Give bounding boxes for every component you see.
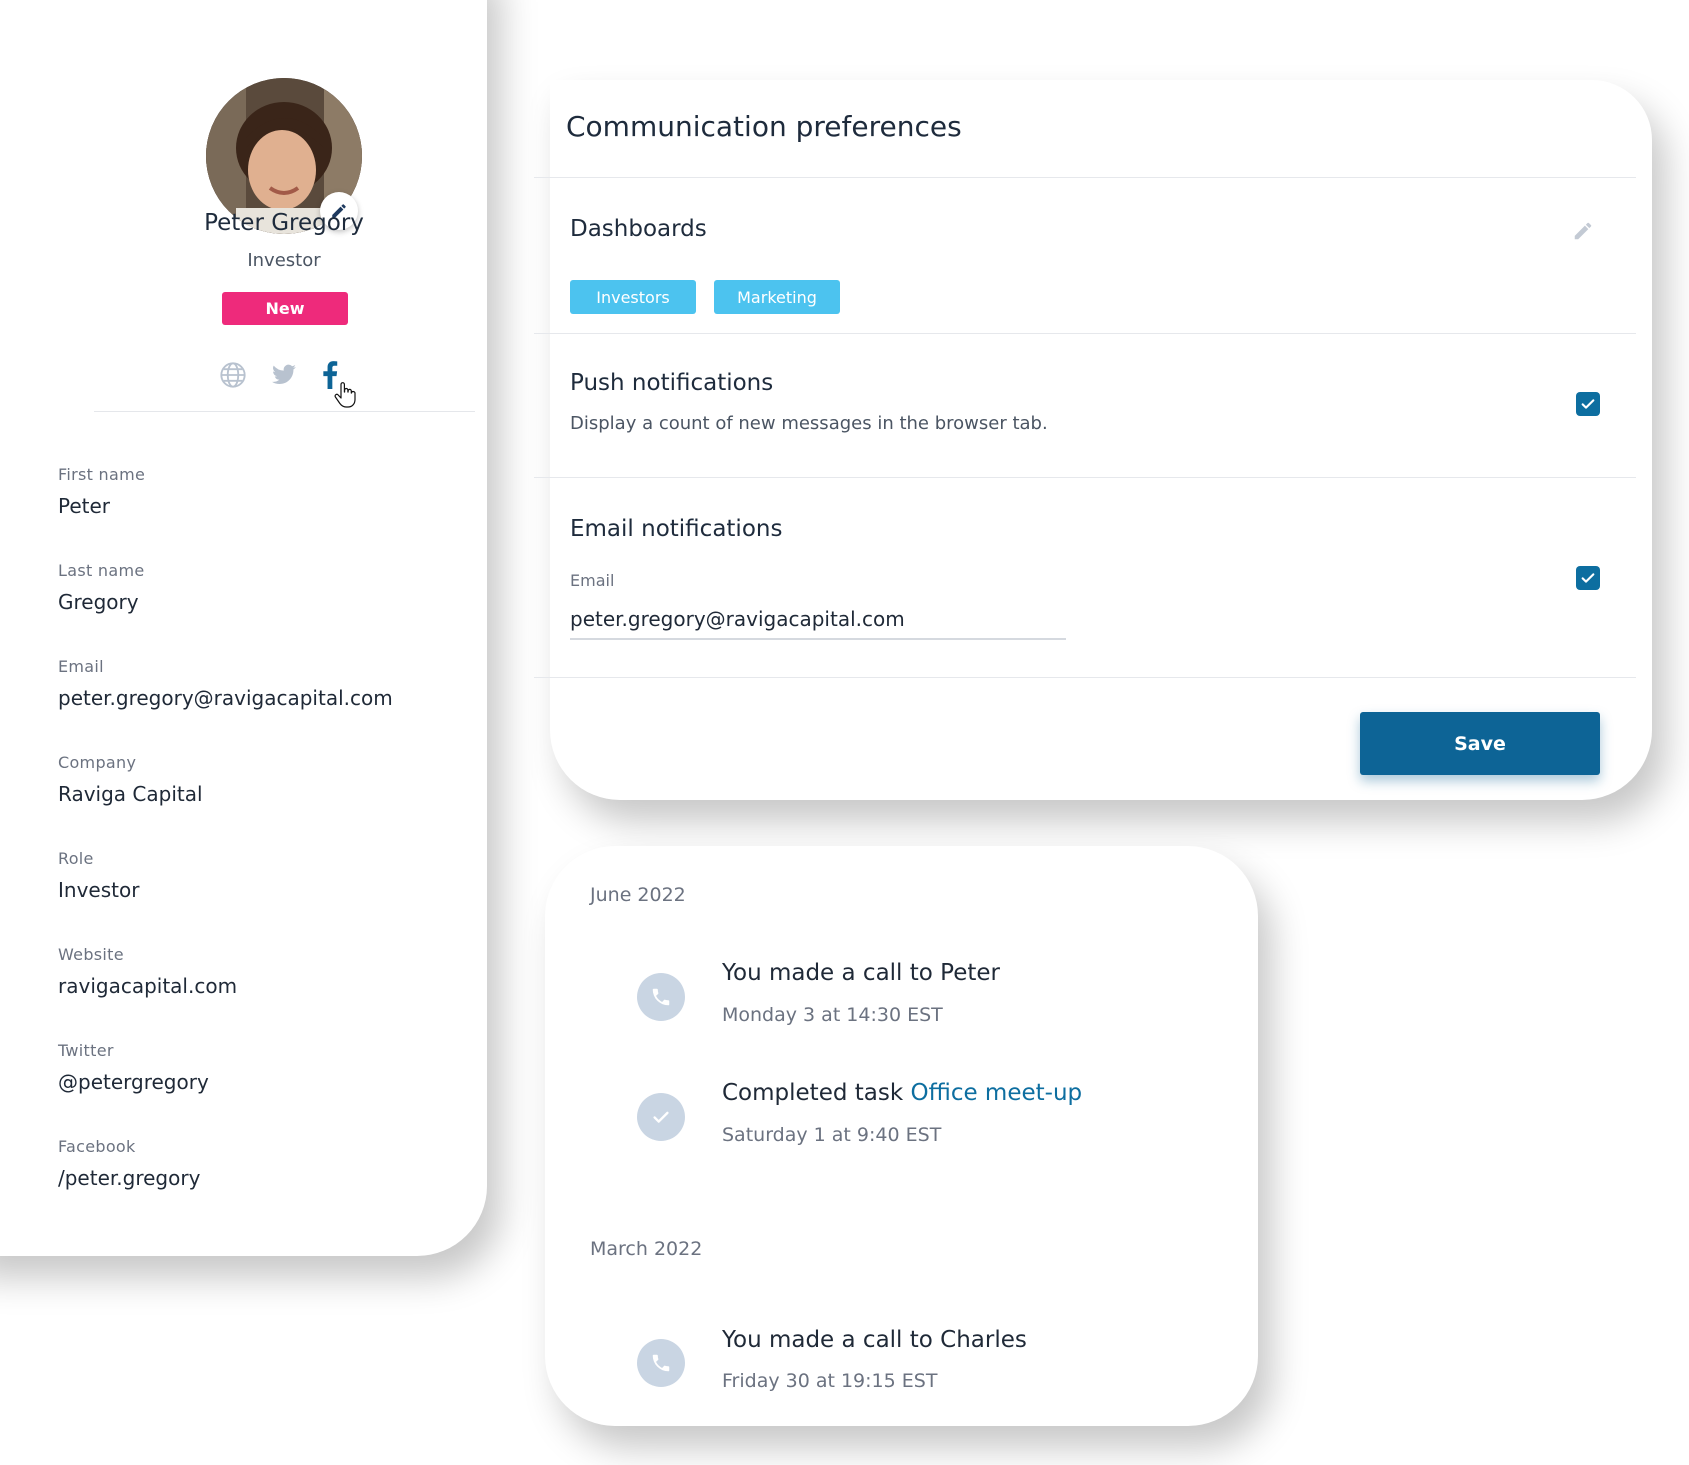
hand-cursor-icon — [334, 382, 356, 412]
email-notifications-title: Email notifications — [570, 516, 783, 542]
email-field-label: Email — [570, 571, 615, 590]
activity-time: Friday 30 at 19:15 EST — [722, 1370, 938, 1392]
activity-icon — [637, 973, 685, 1021]
field-label: Twitter — [58, 1041, 114, 1060]
phone-icon — [652, 1354, 670, 1372]
field-value: Investor — [58, 878, 140, 902]
field-label: Email — [58, 657, 104, 676]
activity-title: You made a call to Peter — [722, 960, 1000, 986]
preferences-card — [550, 80, 1652, 800]
divider — [534, 333, 1636, 334]
month-heading: March 2022 — [590, 1238, 703, 1260]
field-label: Last name — [58, 561, 145, 580]
field-value: Raviga Capital — [58, 782, 203, 806]
check-icon — [653, 1111, 669, 1123]
check-icon — [1581, 399, 1595, 409]
check-icon — [1581, 573, 1595, 583]
field-value: peter.gregory@ravigacapital.com — [58, 686, 393, 710]
dashboard-tag-investors[interactable]: Investors — [570, 280, 696, 314]
profile-divider — [94, 411, 475, 412]
profile-role: Investor — [247, 250, 321, 271]
divider — [534, 677, 1636, 678]
field-label: Role — [58, 849, 94, 868]
activity-title: You made a call to Charles — [722, 1327, 1027, 1353]
page-title: Communication preferences — [566, 110, 962, 143]
edit-dashboards-button[interactable] — [1572, 220, 1594, 246]
pencil-icon — [1574, 222, 1592, 240]
activity-icon — [637, 1093, 685, 1141]
push-notifications-title: Push notifications — [570, 370, 774, 396]
field-label: First name — [58, 465, 146, 484]
field-facebook: Facebook /peter.gregory — [58, 1137, 200, 1190]
dashboard-tag-marketing[interactable]: Marketing — [714, 280, 840, 314]
save-button[interactable]: Save — [1360, 712, 1600, 775]
field-first-name: First name Peter — [58, 465, 145, 518]
push-notifications-description: Display a count of new messages in the b… — [570, 413, 1048, 434]
globe-icon[interactable] — [219, 360, 247, 390]
field-value: Peter — [58, 494, 111, 518]
field-email: Email peter.gregory@ravigacapital.com — [58, 657, 393, 710]
stage: Peter Gregory Investor New First name Pe… — [0, 0, 1689, 1465]
field-label: Company — [58, 753, 137, 772]
activity-time: Saturday 1 at 9:40 EST — [722, 1124, 942, 1146]
field-website: Website ravigacapital.com — [58, 945, 237, 998]
activity-title: Completed task Office meet-up — [722, 1080, 1082, 1106]
push-notifications-checkbox[interactable] — [1576, 392, 1600, 416]
twitter-icon[interactable] — [270, 360, 298, 390]
phone-icon — [652, 988, 670, 1006]
status-badge: New — [222, 292, 348, 325]
field-role: Role Investor — [58, 849, 139, 902]
dashboards-title: Dashboards — [570, 216, 707, 242]
profile-name: Peter Gregory — [204, 210, 364, 236]
divider — [534, 477, 1636, 478]
field-value: Gregory — [58, 590, 139, 614]
task-link[interactable]: Office meet-up — [910, 1080, 1082, 1106]
activity-icon — [637, 1339, 685, 1387]
field-company: Company Raviga Capital — [58, 753, 203, 806]
month-heading: June 2022 — [590, 884, 686, 906]
field-value: ravigacapital.com — [58, 974, 238, 998]
field-value: @petergregory — [58, 1070, 209, 1094]
field-last-name: Last name Gregory — [58, 561, 145, 614]
activity-title-prefix: Completed task — [722, 1080, 911, 1106]
email-field[interactable] — [570, 600, 1066, 640]
field-label: Facebook — [58, 1137, 136, 1156]
activity-time: Monday 3 at 14:30 EST — [722, 1004, 943, 1026]
field-twitter: Twitter @petergregory — [58, 1041, 209, 1094]
field-value: /peter.gregory — [58, 1166, 201, 1190]
email-notifications-checkbox[interactable] — [1576, 566, 1600, 590]
field-label: Website — [58, 945, 124, 964]
divider — [534, 177, 1636, 178]
